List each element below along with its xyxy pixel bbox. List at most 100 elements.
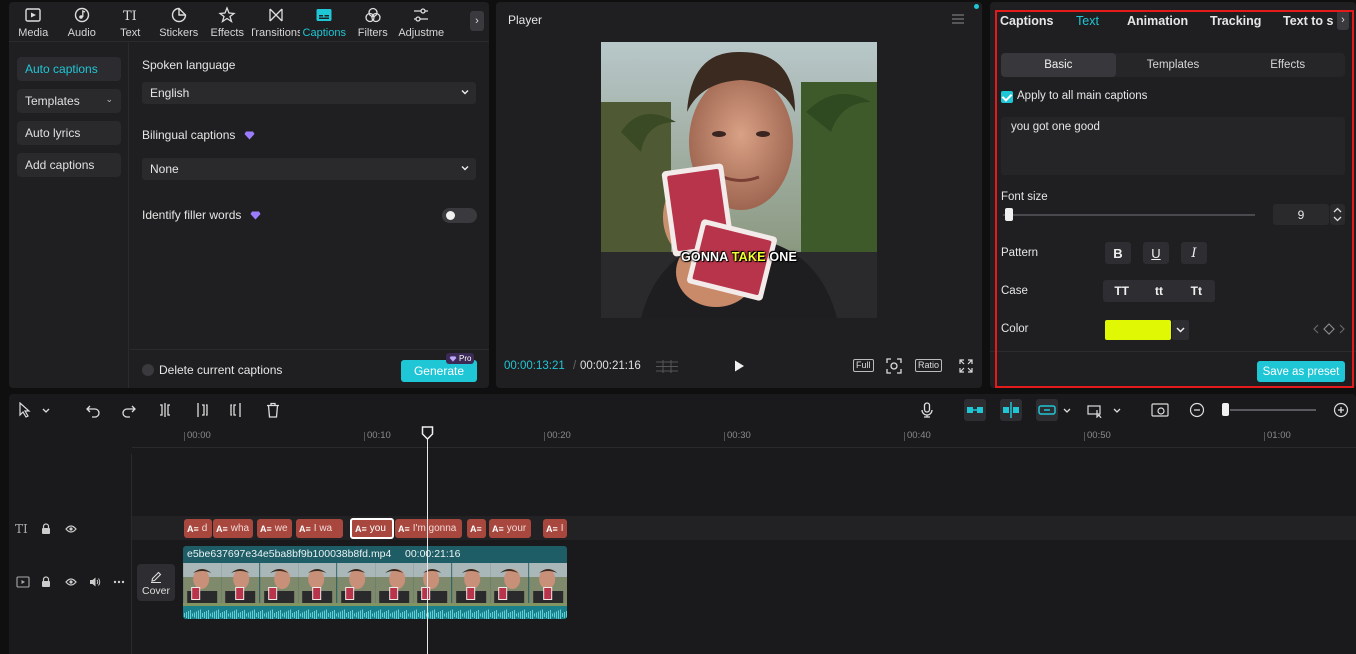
bilingual-captions-text: Bilingual captions	[142, 128, 236, 142]
sidebar-item-auto-lyrics[interactable]: Auto lyrics	[17, 121, 121, 145]
pro-badge: Pro	[446, 353, 475, 364]
main-track-magnet-icon[interactable]	[964, 399, 986, 421]
caption-clip[interactable]: A≡ d	[184, 519, 212, 538]
cover-button[interactable]: Cover	[137, 564, 175, 601]
uppercase-button[interactable]: TT	[1103, 280, 1140, 302]
tab-text-prop[interactable]: Text	[1076, 2, 1127, 40]
caption-clip-selected[interactable]: A≡ you	[350, 518, 394, 539]
delete-icon[interactable]	[265, 402, 281, 418]
lock-icon[interactable]	[41, 523, 51, 535]
zoom-in-icon[interactable]	[1333, 402, 1349, 418]
tab-tracking[interactable]: Tracking	[1210, 2, 1283, 40]
underline-button[interactable]: U	[1143, 242, 1169, 264]
caption-clip[interactable]: A≡ I'm gonna	[395, 519, 462, 538]
playhead-line[interactable]	[427, 432, 428, 654]
chevron-down-icon[interactable]	[1172, 320, 1189, 340]
sidebar-item-auto-captions[interactable]: Auto captions	[17, 57, 121, 81]
video-preview[interactable]: GONNA TAKE ONE	[601, 42, 877, 318]
apply-all-checkbox[interactable]	[1001, 91, 1013, 103]
full-button[interactable]: Full	[853, 359, 874, 372]
bilingual-captions-select[interactable]: None	[142, 158, 476, 180]
chevron-down-icon[interactable]	[1112, 402, 1122, 418]
caption-clip[interactable]: A≡ I wa	[296, 519, 343, 538]
linkage-icon[interactable]	[1036, 399, 1058, 421]
timeline-grid-icon[interactable]	[656, 360, 678, 373]
keyframe-icon[interactable]	[1313, 322, 1345, 336]
spoken-language-select[interactable]: English	[142, 82, 476, 104]
select-cursor-icon[interactable]	[17, 402, 33, 418]
chevron-down-icon[interactable]	[41, 402, 51, 418]
tab-media[interactable]: Media	[9, 2, 58, 42]
trim-left-icon[interactable]	[193, 402, 209, 418]
video-clip[interactable]: e5be637697e34e5ba8bf9b100038b8fd.mp4 00:…	[183, 546, 567, 619]
eye-icon[interactable]	[65, 524, 77, 534]
tab-transitions[interactable]: Transitions	[252, 2, 300, 42]
font-size-slider[interactable]	[1003, 214, 1255, 216]
tab-filters[interactable]: Filters	[349, 2, 398, 42]
subtab-effects[interactable]: Effects	[1230, 53, 1345, 77]
chevron-down-icon[interactable]	[1062, 402, 1072, 418]
bold-button[interactable]: B	[1105, 242, 1131, 264]
sidebar-item-templates[interactable]: Templates ⌄	[17, 89, 121, 113]
ratio-button[interactable]: Ratio	[915, 359, 943, 372]
time-ruler[interactable]: 00:00 00:10 00:20 00:30 00:40 00:50 01:0…	[132, 426, 1356, 448]
tab-captions[interactable]: Captions	[300, 2, 349, 42]
tab-effects[interactable]: Effects	[203, 2, 252, 42]
caption-clip[interactable]: A≡	[467, 519, 486, 538]
tab-animation[interactable]: Animation	[1127, 2, 1210, 40]
font-size-stepper[interactable]	[1330, 204, 1345, 225]
trim-right-icon[interactable]	[229, 402, 245, 418]
subtab-basic[interactable]: Basic	[1001, 53, 1116, 77]
caption-clip[interactable]: A≡ I	[543, 519, 567, 538]
caption-text-input[interactable]: you got one good	[1001, 117, 1345, 175]
caption-clip[interactable]: A≡ we	[257, 519, 292, 538]
titlecase-button[interactable]: Tt	[1178, 280, 1215, 302]
tab-label: Audio	[67, 27, 96, 39]
lock-icon[interactable]	[41, 576, 51, 588]
prop-tabs-scroll-right-button[interactable]: ›	[1337, 10, 1349, 30]
video-clip-duration: 00:00:21:16	[405, 548, 461, 560]
color-label: Color	[1001, 323, 1029, 335]
tab-captions-prop[interactable]: Captions	[1000, 2, 1076, 40]
sidebar-item-add-captions[interactable]: Add captions	[17, 153, 121, 177]
screenshot-icon[interactable]	[886, 358, 902, 374]
lowercase-button[interactable]: tt	[1140, 280, 1177, 302]
zoom-slider-handle[interactable]	[1222, 403, 1229, 416]
redo-icon[interactable]	[121, 402, 137, 418]
captions-footer: Delete current captions Generate Pro	[130, 349, 489, 388]
fullscreen-icon[interactable]	[959, 359, 973, 373]
zoom-slider[interactable]	[1230, 409, 1316, 411]
tabs-scroll-right-button[interactable]: ›	[470, 11, 484, 31]
tab-text-to-speech[interactable]: Text to s	[1283, 2, 1336, 40]
caption-clip-text: d	[201, 523, 208, 534]
save-preset-button[interactable]: Save as preset	[1257, 361, 1345, 382]
more-icon[interactable]	[113, 580, 125, 584]
speaker-icon[interactable]	[89, 576, 101, 588]
preview-axis-icon[interactable]	[1087, 402, 1107, 418]
tab-audio[interactable]: Audio	[58, 2, 107, 42]
tab-text[interactable]: TI Text	[106, 2, 155, 42]
undo-icon[interactable]	[85, 402, 101, 418]
menu-icon[interactable]	[952, 14, 964, 24]
tab-label: Adjustme	[398, 27, 445, 39]
filler-words-toggle[interactable]	[442, 208, 477, 223]
eye-icon[interactable]	[65, 577, 77, 587]
caption-clip[interactable]: A≡ wha	[213, 519, 253, 538]
video-thumbnail	[183, 563, 222, 603]
delete-captions-checkbox[interactable]	[142, 364, 154, 376]
play-icon[interactable]	[732, 359, 746, 373]
auto-snap-icon[interactable]	[1000, 399, 1022, 421]
tab-adjustment[interactable]: Adjustme	[397, 2, 446, 42]
font-size-input[interactable]: 9	[1273, 204, 1329, 225]
zoom-out-icon[interactable]	[1189, 402, 1205, 418]
tab-stickers[interactable]: Stickers	[155, 2, 204, 42]
zoom-fit-icon[interactable]	[1151, 402, 1169, 418]
subtab-templates[interactable]: Templates	[1116, 53, 1231, 77]
microphone-icon[interactable]	[919, 402, 935, 418]
split-icon[interactable]	[157, 402, 173, 418]
font-size-slider-handle[interactable]	[1005, 208, 1014, 221]
italic-button[interactable]: I	[1181, 242, 1207, 264]
caption-clip[interactable]: A≡ your	[489, 519, 531, 538]
playhead-handle[interactable]	[421, 426, 434, 440]
color-swatch[interactable]	[1105, 320, 1171, 340]
